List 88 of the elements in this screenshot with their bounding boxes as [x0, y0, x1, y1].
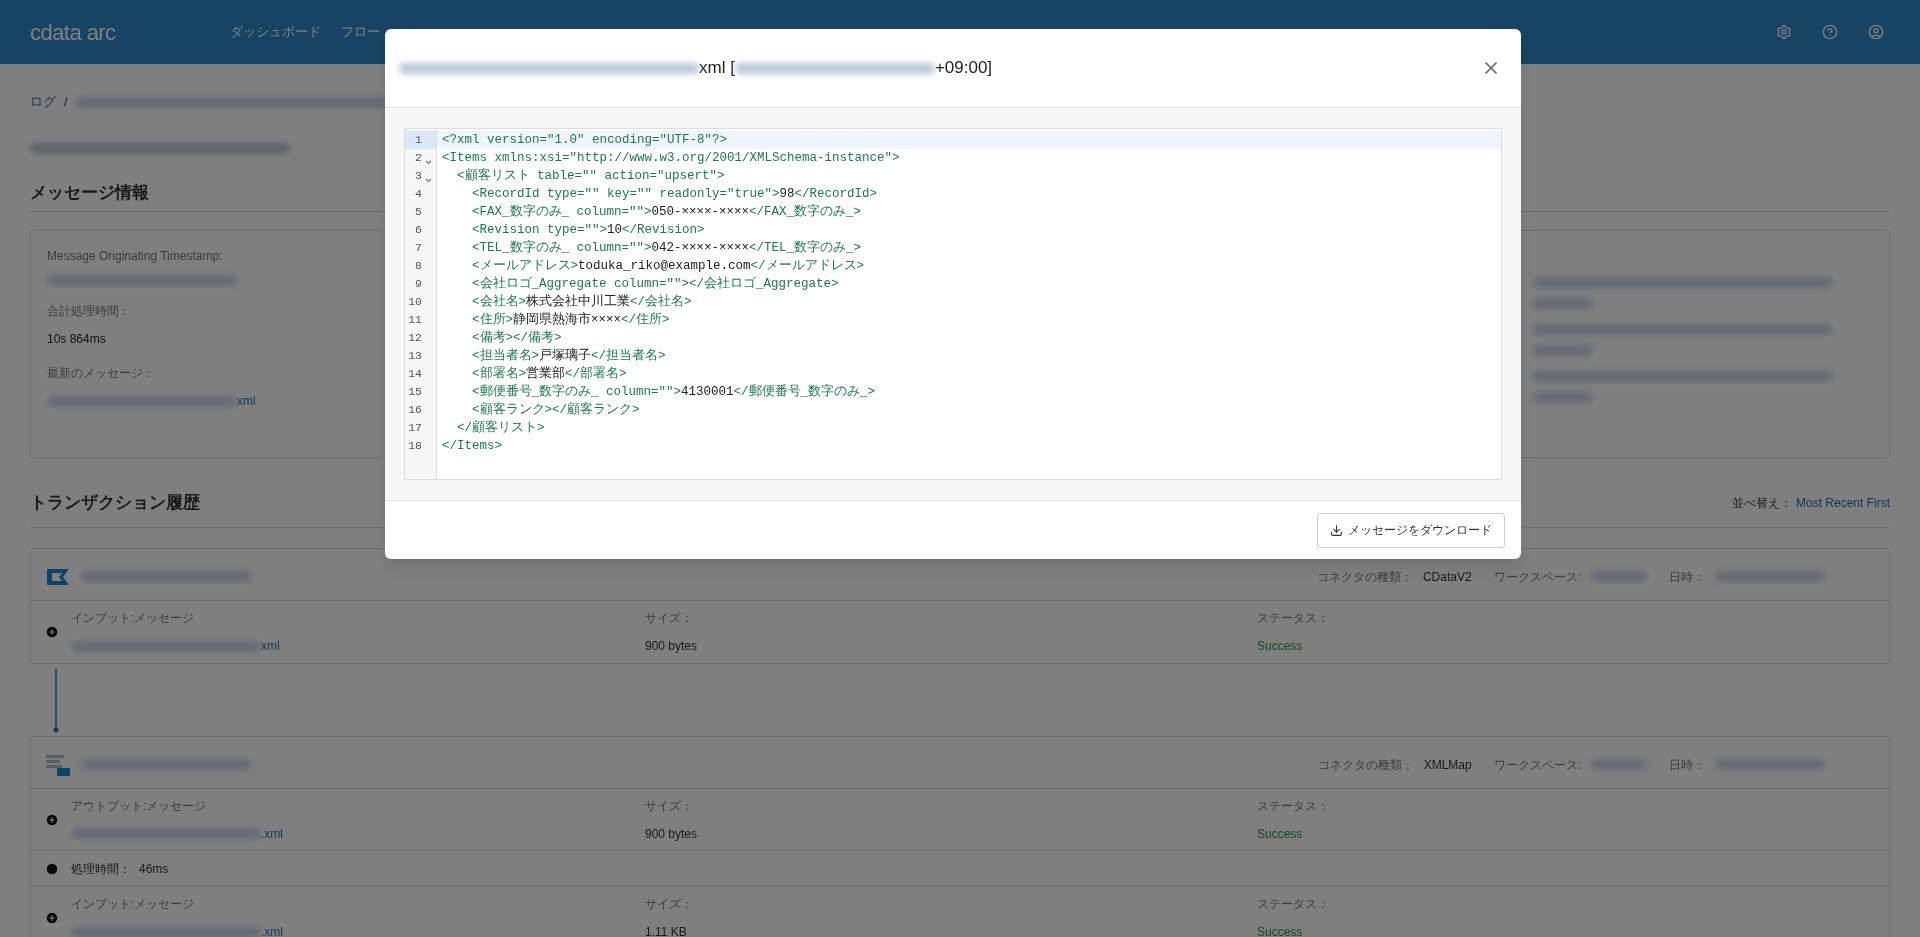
- code-editor[interactable]: [404, 128, 1502, 480]
- code-line: <TEL_数字のみ_ column="">042-××××-××××</TEL_数字のみ_>: [471, 239, 862, 257]
- dialog-title: +09:00]: [934, 57, 993, 80]
- redacted-text: [1533, 298, 1593, 309]
- field-label: サイズ：: [645, 610, 694, 627]
- line-number: 6: [414, 222, 422, 238]
- field-label: ステータス：: [1257, 896, 1329, 913]
- field-label: ワークスペース:: [1493, 568, 1581, 586]
- code-line: <メールアドレス>toduka_riko@example.com</メールアドレス>: [471, 258, 865, 275]
- fold-chevron-icon[interactable]: [425, 177, 432, 183]
- code-line: </顧客リスト>: [456, 419, 545, 437]
- line-number: 9: [414, 276, 422, 292]
- code-line: <Items xmlns:xsi="http://www.w3.org/2001/XMLSchema-instance">: [442, 150, 900, 167]
- status-text: Success: [1257, 638, 1304, 655]
- field-value: XMLMap: [1423, 756, 1472, 774]
- line-number: 7: [414, 240, 422, 256]
- code-line: <顧客ランク></顧客ランク>: [471, 401, 640, 419]
- field-label: 日時：: [1669, 756, 1705, 774]
- code-line: <備考></備考>: [471, 329, 562, 347]
- message-link[interactable]: .xml: [261, 824, 283, 843]
- code-line: </Items>: [442, 438, 502, 455]
- field-label: 最新のメッセージ：: [47, 365, 155, 382]
- breadcrumb-separator: /: [64, 93, 68, 112]
- sort-label: 並べ替え：: [1731, 494, 1792, 512]
- download-button[interactable]: メッセージをダウンロード: [1317, 512, 1505, 548]
- field-value: 900 bytes: [645, 825, 699, 843]
- breadcrumb-link[interactable]: ログ: [30, 92, 56, 112]
- sort-link[interactable]: Most Recent First: [1795, 493, 1890, 512]
- field-label: ワークスペース:: [1493, 756, 1581, 774]
- message-link[interactable]: xml: [237, 392, 256, 410]
- field-value: 10s 864ms: [47, 331, 106, 348]
- line-number: 1: [414, 132, 422, 148]
- field-value: 46ms: [139, 860, 169, 878]
- logo: cdata arc: [30, 18, 117, 47]
- line-number: 8: [414, 258, 422, 274]
- expand-icon[interactable]: [45, 911, 59, 925]
- code-line: <部署名>営業部</部署名>: [471, 365, 627, 383]
- redacted-text: [1533, 392, 1593, 403]
- line-number: 2: [414, 150, 422, 166]
- code-line: <住所>静岡県熱海市××××</住所>: [471, 311, 670, 329]
- line-number: 13: [407, 348, 422, 364]
- line-number: 17: [407, 420, 422, 436]
- code-line: <Revision type="">10</Revision>: [471, 222, 705, 239]
- field-value: 900 bytes: [645, 638, 699, 655]
- nav-link[interactable]: ダッシュボード: [230, 22, 321, 42]
- user-icon[interactable]: [1868, 24, 1884, 40]
- redacted-text: [1591, 571, 1647, 582]
- code-line: <会社ロゴ_Aggregate column=""></会社ロゴ_Aggregate>: [471, 275, 839, 293]
- field-label: 処理時間：: [71, 860, 131, 878]
- message-link[interactable]: xml: [261, 637, 280, 655]
- expand-icon[interactable]: [45, 812, 59, 827]
- field-label: ステータス：: [1257, 610, 1329, 627]
- section-heading: トランザクション履歴: [30, 491, 200, 514]
- nav-link[interactable]: フロー: [341, 22, 380, 42]
- line-number: 18: [407, 438, 422, 454]
- field-label: Message Originating Timestamp:: [47, 248, 223, 265]
- redacted-text: [1533, 345, 1593, 356]
- code-line: <郵便番号_数字のみ_ column="">4130001</郵便番号_数字のみ_>: [471, 383, 876, 401]
- line-number: 4: [414, 186, 422, 202]
- field-label: ステータス：: [1257, 797, 1329, 815]
- connector-logo-icon: [45, 566, 71, 587]
- field-label: サイズ：: [645, 797, 694, 815]
- dialog-title: xml [: [699, 57, 735, 80]
- field-label: サイズ：: [645, 896, 694, 913]
- status-text: Success: [1257, 924, 1304, 937]
- line-number: 10: [407, 294, 422, 310]
- field-label: 合計処理時間：: [47, 303, 131, 320]
- fold-chevron-icon[interactable]: [425, 159, 432, 165]
- expand-icon[interactable]: [45, 625, 59, 639]
- status-text: Success: [1257, 825, 1304, 843]
- line-number: 16: [407, 402, 422, 418]
- code-line: <?xml version="1.0" encoding="UTF-8"?>: [442, 132, 728, 149]
- settings-icon[interactable]: [1776, 24, 1792, 40]
- redacted-text: [1591, 759, 1647, 770]
- message-link[interactable]: .xml: [261, 923, 283, 937]
- document-map-icon: [45, 752, 71, 777]
- field-label: 日時：: [1669, 568, 1705, 586]
- code-line: <RecordId type="" key="" readonly="true">98</RecordId>: [471, 186, 878, 203]
- line-number: 14: [407, 366, 422, 382]
- line-number: 15: [407, 384, 422, 400]
- line-number: 12: [407, 330, 422, 346]
- code-line: <担当者名>戸塚璃子</担当者名>: [471, 347, 666, 365]
- help-icon[interactable]: [1822, 24, 1838, 40]
- field-value: CDataV2: [1422, 568, 1472, 586]
- line-number: 11: [407, 312, 422, 328]
- field-value: 1.11 KB: [645, 924, 688, 937]
- code-line: <会社名>株式会社中川工業</会社名>: [471, 293, 692, 311]
- download-icon: [1330, 523, 1343, 537]
